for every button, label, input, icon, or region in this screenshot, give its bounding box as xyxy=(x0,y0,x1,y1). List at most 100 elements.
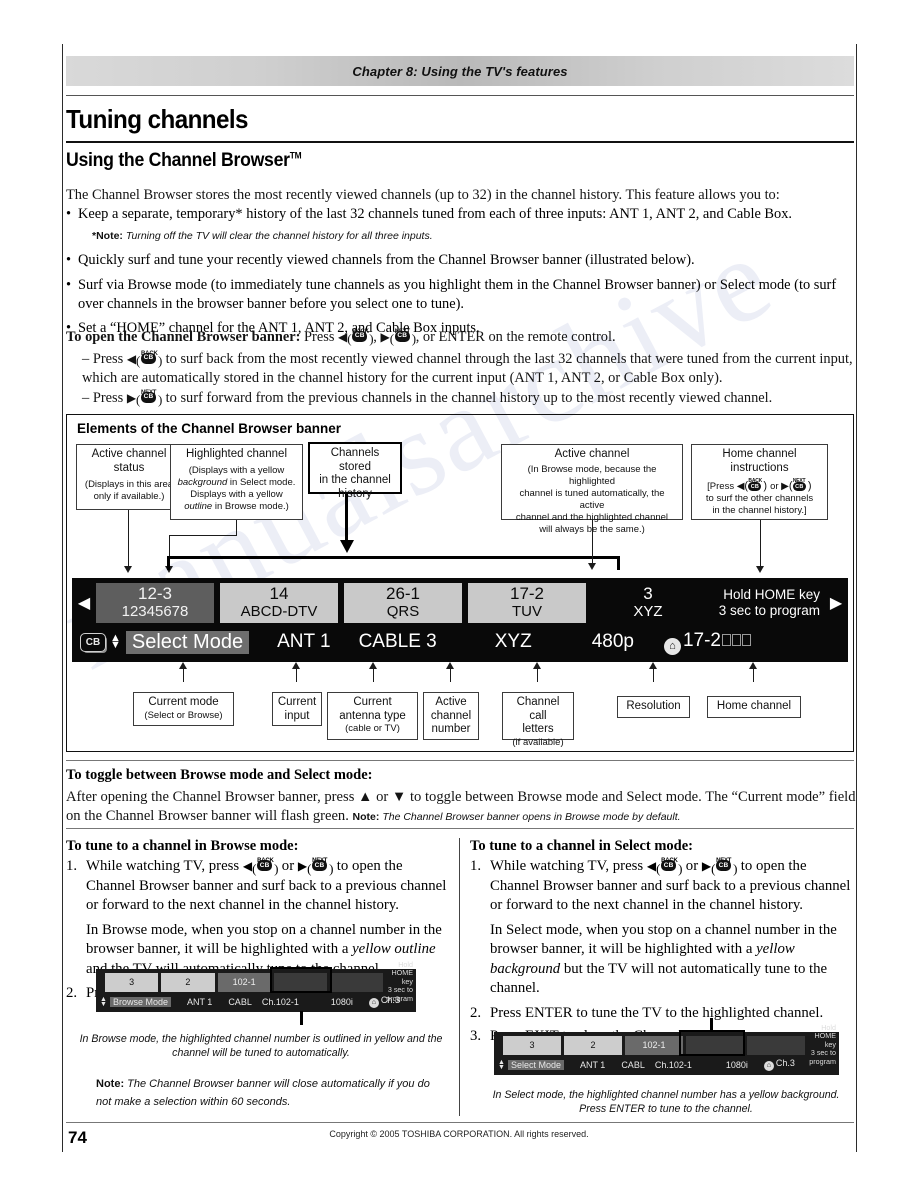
banner-home-channel: ⌂ 17-2 xyxy=(663,629,751,655)
page-title: Tuning channels xyxy=(66,104,249,134)
mini-tile-4[interactable] xyxy=(330,972,384,992)
bracket-top xyxy=(167,556,619,559)
step-number: 1. xyxy=(66,858,78,874)
left-triangle-icon: ◀ xyxy=(242,859,253,873)
intro-paragraph: The Channel Browser stores the most rece… xyxy=(66,187,780,203)
mini-selection-outline xyxy=(270,967,332,993)
rule-above-toggle xyxy=(66,760,854,761)
list-item: 1. While watching TV, press ◀BACK(CB) or… xyxy=(470,857,856,916)
mini-tile-0[interactable]: 3 xyxy=(503,1035,561,1055)
document-page: manualsarchive Chapter 8: Using the TV's… xyxy=(0,0,918,1188)
mini-home-channel: ⌂ Ch.3 xyxy=(368,995,400,1008)
open-banner-dash-1: – Press ◀BACK(CB) to surf back from the … xyxy=(82,350,854,387)
back-cb-key-icon: BACK(CB) xyxy=(744,478,768,492)
banner-left-arrow-icon[interactable]: ◀ xyxy=(72,593,96,613)
mini-tile-0[interactable]: 3 xyxy=(105,972,159,992)
right-triangle-icon: ▶ xyxy=(297,859,308,873)
open-banner-tail: , or ENTER on the remote control. xyxy=(415,329,616,345)
bullet-dot: • xyxy=(66,277,72,293)
list-item: • Quickly surf and tune your recently vi… xyxy=(66,251,856,270)
dash1-lead: Press xyxy=(92,351,124,367)
step-text: While watching TV, press ◀BACK(CB) or ▶N… xyxy=(86,857,454,916)
connector-arrow xyxy=(756,566,764,573)
banner-tile-0[interactable]: 12-3 12345678 xyxy=(96,583,214,623)
banner-current-mode[interactable]: Select Mode xyxy=(125,630,250,654)
banner-right-arrow-icon[interactable]: ▶ xyxy=(824,593,848,613)
banner-tile-1[interactable]: 14 ABCD-DTV xyxy=(220,583,338,623)
callout-head: Highlighted channel xyxy=(185,448,288,460)
star-note: *Note: Turning off the TV will clear the… xyxy=(66,226,856,244)
connector-line xyxy=(236,520,238,536)
right-triangle-icon: ▶ xyxy=(380,330,390,344)
running-head: Chapter 8: Using the TV's features xyxy=(66,56,854,86)
up-down-arrows-icon[interactable]: ▲ ▼ xyxy=(498,1059,505,1071)
banner-tile-2[interactable]: 26-1 QRS xyxy=(344,583,462,623)
connector-line xyxy=(169,535,237,537)
step-text: While watching TV, press ◀BACK(CB) or ▶N… xyxy=(490,857,856,916)
bracket-right xyxy=(617,556,620,570)
mini-tile-4[interactable] xyxy=(747,1035,805,1055)
callout-head: Home channel instructions xyxy=(722,448,797,474)
home-icon: ⌂ xyxy=(368,998,379,1008)
home-instr-or: or xyxy=(770,481,779,492)
callout-channel-call-letters: Channel call letters (if available) xyxy=(502,692,574,748)
mini-current-mode[interactable]: Browse Mode xyxy=(109,996,171,1007)
up-down-arrows-icon[interactable]: ▲ ▼ xyxy=(100,996,107,1008)
tile-channel-sub: ABCD-DTV xyxy=(240,603,318,620)
banner-tile-4[interactable]: 3 XYZ xyxy=(592,583,704,623)
banner-channel-row: ◀ 12-3 12345678 14 ABCD-DTV 26-1 QRS 17-… xyxy=(72,582,848,624)
callout-sub: (cable or TV) xyxy=(345,723,400,734)
mini-selection-outline xyxy=(679,1030,745,1056)
home-instr-press: [Press xyxy=(707,481,735,492)
mini-current-input: ANT 1 xyxy=(186,996,213,1007)
hold-line-1: Hold HOME key xyxy=(723,587,820,602)
bullet-text: Surf via Browse mode (to immediately tun… xyxy=(78,277,837,312)
tile-channel-number: 3 xyxy=(643,584,653,603)
banner-hold-home-text: Hold HOME key 3 sec to program xyxy=(710,587,824,619)
next-cb-key-icon: NEXT(CB) xyxy=(389,329,417,346)
next-cb-key-icon: NEXT(CB) xyxy=(788,478,812,492)
left-triangle-icon: ◀ xyxy=(338,330,348,344)
connector-line xyxy=(128,510,130,569)
open-banner-dash-2: – Press ▶NEXT(CB) to surf forward from t… xyxy=(82,389,854,408)
callout-sub: (Displays in this area only if available.… xyxy=(84,479,174,502)
blank-box-icon xyxy=(732,633,741,646)
mini-current-mode[interactable]: Select Mode xyxy=(507,1059,564,1070)
list-item: • Keep a separate, temporary* history of… xyxy=(66,205,856,224)
list-item: 2. Press ENTER to tune the TV to the hig… xyxy=(470,1004,856,1024)
banner-current-input: ANT 1 xyxy=(277,631,331,652)
mini-callout-stem xyxy=(300,1011,303,1025)
dash2-lead: Press xyxy=(92,390,124,406)
rule-above-footer xyxy=(66,1122,854,1123)
callout-active-channel: Active channel (In Browse mode, because … xyxy=(501,444,683,535)
back-cb-key-icon: BACK(CB) xyxy=(252,858,279,876)
dash2-text: to surf forward from the previous channe… xyxy=(165,390,773,406)
connector-line xyxy=(345,494,349,544)
left-margin-rule xyxy=(62,44,63,1152)
open-banner-lead: To open the Channel Browser banner: xyxy=(66,329,301,345)
select-caption: In Select mode, the highlighted channel … xyxy=(492,1089,840,1115)
home-channel-value: Ch.3 xyxy=(380,995,400,1005)
tile-channel-number: 26-1 xyxy=(385,584,421,603)
right-triangle-icon: ▶ xyxy=(781,481,789,492)
mini-tile-1[interactable]: 2 xyxy=(564,1035,622,1055)
browse-note-text: The Channel Browser banner will close au… xyxy=(96,1078,430,1108)
mini-tile-1[interactable]: 2 xyxy=(161,972,215,992)
banner-tile-3[interactable]: 17-2 TUV xyxy=(468,583,586,623)
mini-tile-2[interactable]: 102-1 xyxy=(217,972,271,992)
step1-or: or xyxy=(281,858,295,874)
up-down-arrows-icon[interactable]: ▲ ▼ xyxy=(110,633,121,651)
rule-under-runhead xyxy=(66,95,854,96)
blank-box-icon xyxy=(742,633,751,646)
bullet-text: Quickly surf and tune your recently view… xyxy=(78,252,695,268)
mini-current-input: ANT 1 xyxy=(579,1059,606,1070)
home-channel-value: 17-2 xyxy=(682,629,721,651)
copyright-notice: Copyright © 2005 TOSHIBA CORPORATION. Al… xyxy=(329,1129,589,1139)
mini-tile-2[interactable]: 102-1 xyxy=(625,1035,683,1055)
bullet-list: • Keep a separate, temporary* history of… xyxy=(66,205,856,338)
right-margin-rule xyxy=(856,44,857,1152)
list-item: • Surf via Browse mode (to immediately t… xyxy=(66,276,856,314)
callout-home-channel: Home channel xyxy=(707,696,801,718)
mini-callout-stem xyxy=(710,1018,713,1032)
callout-head: Home channel xyxy=(716,700,792,713)
